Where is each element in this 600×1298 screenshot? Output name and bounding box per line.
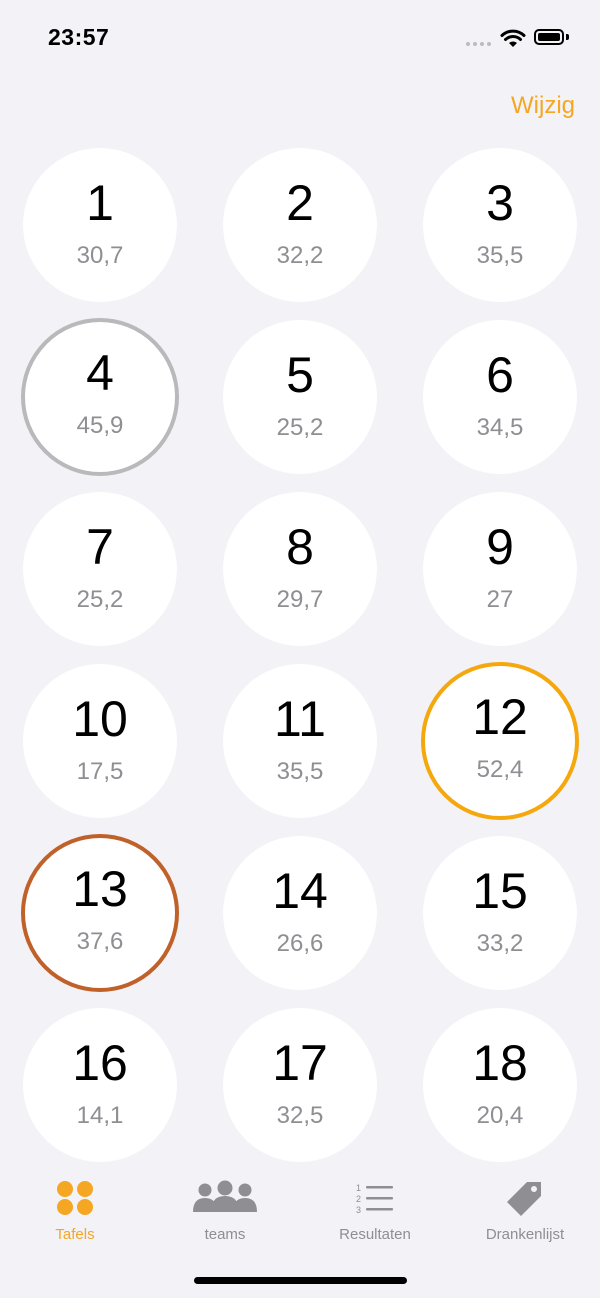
table-cell[interactable]: 4 45,9 [21,318,179,476]
svg-text:1: 1 [356,1183,361,1193]
tables-grid-icon [57,1181,93,1215]
numbered-list-icon: 1 2 3 [356,1183,393,1215]
tab-teams[interactable]: teams [150,1168,300,1252]
table-score: 35,5 [276,758,324,785]
table-number: 13 [72,861,128,917]
table-cell[interactable]: 1 30,7 [23,148,177,302]
table-number: 15 [472,863,528,919]
tab-tafels[interactable]: Tafels [0,1168,150,1252]
table-score: 32,2 [276,242,324,269]
table-cell[interactable]: 14 26,6 [223,836,377,990]
table-cell[interactable]: 9 27 [423,492,577,646]
table-score: 20,4 [476,1102,524,1129]
table-cell[interactable]: 13 37,6 [21,834,179,992]
table-score: 32,5 [276,1102,324,1129]
table-number: 11 [274,691,326,747]
tab-label: teams [204,1226,246,1243]
table-cell[interactable]: 7 25,2 [23,492,177,646]
table-score: 25,2 [276,414,324,441]
table-number: 6 [486,347,514,403]
table-score: 14,1 [76,1102,124,1129]
table-cell[interactable]: 5 25,2 [223,320,377,474]
price-tag-icon [507,1182,541,1216]
table-score: 52,4 [476,756,524,783]
wifi-icon [500,29,526,47]
table-cell[interactable]: 2 32,2 [223,148,377,302]
table-number: 8 [286,519,314,575]
table-cell[interactable]: 11 35,5 [223,664,377,818]
table-number: 14 [272,863,328,919]
svg-text:3: 3 [356,1205,361,1215]
table-cell[interactable]: 8 29,7 [223,492,377,646]
edit-button[interactable]: Wijzig [511,92,575,120]
table-cell[interactable]: 10 17,5 [23,664,177,818]
cellular-signal-icon [466,38,492,46]
tab-label: Resultaten [339,1226,411,1243]
table-cell[interactable]: 6 34,5 [423,320,577,474]
table-score: 34,5 [476,414,524,441]
table-number: 16 [72,1035,128,1091]
table-cell[interactable]: 16 14,1 [23,1008,177,1162]
table-number: 18 [472,1035,528,1091]
table-cell[interactable]: 17 32,5 [223,1008,377,1162]
table-cell[interactable]: 12 52,4 [421,662,579,820]
svg-text:2: 2 [356,1194,361,1204]
table-number: 5 [286,347,314,403]
table-score: 35,5 [476,242,524,269]
people-icon [193,1180,257,1212]
table-number: 7 [86,519,114,575]
table-number: 1 [86,175,114,231]
table-score: 30,7 [76,242,124,269]
table-score: 26,6 [276,930,324,957]
table-cell[interactable]: 3 35,5 [423,148,577,302]
table-cell[interactable]: 18 20,4 [423,1008,577,1162]
table-number: 4 [86,345,114,401]
tab-label: Tafels [55,1226,95,1243]
tab-label: Drankenlijst [485,1226,565,1243]
battery-icon [534,29,564,45]
table-score: 45,9 [76,412,124,439]
table-number: 17 [272,1035,328,1091]
tab-drankenlijst[interactable]: Drankenlijst [450,1168,600,1252]
table-number: 2 [286,175,314,231]
table-number: 12 [472,689,528,745]
table-score: 33,2 [476,930,524,957]
battery-nub [566,34,569,40]
table-score: 37,6 [76,928,124,955]
status-time: 23:57 [48,24,110,50]
table-score: 17,5 [76,758,124,785]
table-score: 29,7 [276,586,324,613]
table-number: 3 [486,175,514,231]
status-bar: 23:57 [0,0,600,80]
table-score: 25,2 [76,586,124,613]
tab-resultaten[interactable]: 1 2 3 Resultaten [300,1168,450,1252]
table-cell[interactable]: 15 33,2 [423,836,577,990]
table-score: 27 [486,586,514,613]
table-number: 9 [486,519,514,575]
home-indicator [194,1277,407,1284]
table-number: 10 [72,691,128,747]
